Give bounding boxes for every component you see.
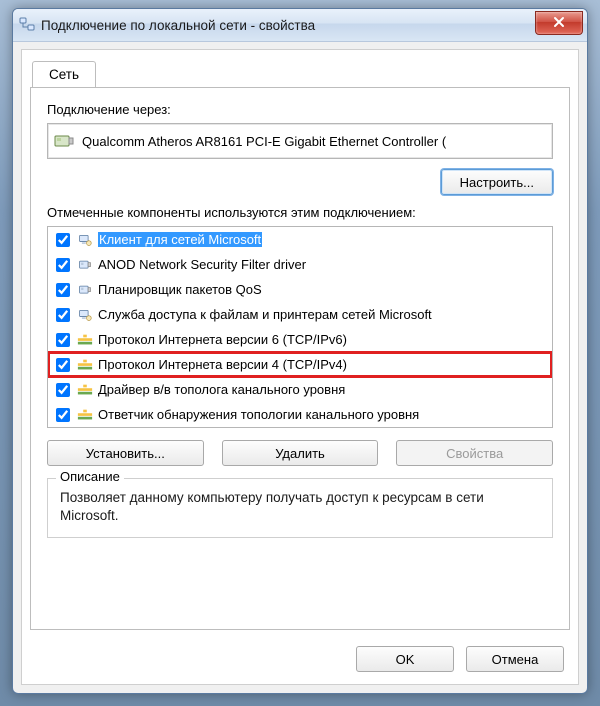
component-label: Клиент для сетей Microsoft [98,232,262,247]
properties-button[interactable]: Свойства [396,440,553,466]
adapter-box[interactable]: Qualcomm Atheros AR8161 PCI-E Gigabit Et… [47,123,553,159]
components-listbox[interactable]: Клиент для сетей Microsoft ANOD Network S… [47,226,553,428]
component-label: Драйвер в/в тополога канального уровня [98,382,345,397]
component-checkbox[interactable] [56,383,70,397]
component-checkbox[interactable] [56,233,70,247]
properties-dialog: Подключение по локальной сети - свойства… [12,8,588,694]
component-item[interactable]: Клиент для сетей Microsoft [48,227,552,252]
titlebar[interactable]: Подключение по локальной сети - свойства [13,9,587,42]
network-icon [19,17,35,33]
nic-icon [76,256,94,274]
description-text: Позволяет данному компьютеру получать до… [60,489,540,525]
adapter-icon [54,132,74,150]
configure-button[interactable]: Настроить... [441,169,553,195]
nic-icon [76,281,94,299]
uninstall-button[interactable]: Удалить [222,440,379,466]
cancel-button[interactable]: Отмена [466,646,564,672]
window-title: Подключение по локальной сети - свойства [41,18,315,33]
component-label: Ответчик обнаружения топологии канальног… [98,407,419,422]
component-label: Протокол Интернета версии 6 (TCP/IPv6) [98,332,347,347]
proto-icon [76,356,94,374]
proto-icon [76,381,94,399]
description-group: Описание Позволяет данному компьютеру по… [47,478,553,538]
component-checkbox[interactable] [56,308,70,322]
component-checkbox[interactable] [56,408,70,422]
component-item[interactable]: Планировщик пакетов QoS [48,277,552,302]
tab-network[interactable]: Сеть [32,61,96,87]
component-label: ANOD Network Security Filter driver [98,257,306,272]
install-button[interactable]: Установить... [47,440,204,466]
component-label: Планировщик пакетов QoS [98,282,262,297]
component-item[interactable]: Драйвер в/в тополога канального уровня [48,377,552,402]
component-label: Служба доступа к файлам и принтерам сете… [98,307,432,322]
tab-panel-network: Подключение через: Qualcomm Atheros AR81… [30,87,570,630]
component-checkbox[interactable] [56,333,70,347]
component-item[interactable]: Служба доступа к файлам и принтерам сете… [48,302,552,327]
client-area: Сеть Подключение через: Qualcomm Atheros… [21,49,579,685]
connect-using-label: Подключение через: [47,102,553,117]
close-icon [553,16,565,31]
component-item[interactable]: Протокол Интернета версии 6 (TCP/IPv6) [48,327,552,352]
tab-strip: Сеть [32,60,96,86]
components-label: Отмеченные компоненты используются этим … [47,205,553,220]
component-checkbox[interactable] [56,258,70,272]
component-item[interactable]: ANOD Network Security Filter driver [48,252,552,277]
adapter-name: Qualcomm Atheros AR8161 PCI-E Gigabit Et… [82,134,446,149]
proto-icon [76,406,94,424]
component-checkbox[interactable] [56,283,70,297]
component-item[interactable]: Протокол Интернета версии 4 (TCP/IPv4) [48,352,552,377]
component-checkbox[interactable] [56,358,70,372]
component-item[interactable]: Ответчик обнаружения топологии канальног… [48,402,552,427]
description-legend: Описание [56,469,124,484]
close-button[interactable] [535,11,583,35]
client-icon [76,231,94,249]
component-label: Протокол Интернета версии 4 (TCP/IPv4) [98,357,347,372]
client-icon [76,306,94,324]
ok-button[interactable]: OK [356,646,454,672]
proto-icon [76,331,94,349]
